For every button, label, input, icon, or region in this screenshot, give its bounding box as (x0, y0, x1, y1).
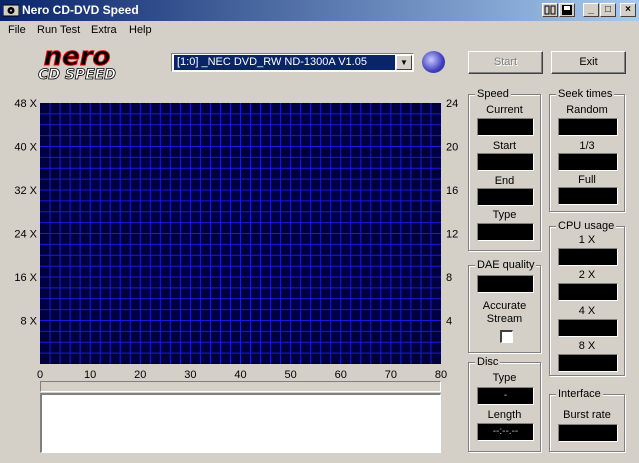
minimize-button[interactable]: _ (583, 3, 599, 17)
x-tick-label: 50 (285, 369, 297, 381)
y-left-tick-label: 32 X (14, 185, 37, 197)
accurate-label: Accurate (482, 300, 527, 312)
cpu-1x-label: 1 X (578, 234, 596, 246)
speed-type-label: Type (492, 209, 517, 221)
speed-group: Speed Current Start End Type (468, 88, 541, 251)
maximize-button[interactable]: □ (600, 3, 616, 17)
speed-end-value (477, 188, 534, 206)
y-left-tick-label: 8 X (20, 316, 37, 328)
cpu-2x-value (558, 283, 618, 301)
disc-length-label: Length (487, 409, 522, 421)
disc-type-label: Type (492, 372, 517, 384)
save-icon[interactable] (559, 3, 575, 17)
speed-start-value (477, 153, 534, 171)
window-title: Nero CD-DVD Speed (22, 3, 139, 17)
speed-chart: 0 10 20 30 40 50 60 70 80 48 X 40 X 32 X 24 X 16 X 8 X… (14, 98, 458, 381)
cpu-usage-group: CPU usage 1 X 2 X 4 X 8 X (549, 220, 625, 376)
seek-full-value (558, 187, 618, 205)
y-right-tick-label: 8 (446, 272, 452, 284)
cpu-usage-group-title: CPU usage (556, 220, 617, 232)
menu-bar: File Run Test Extra Help (0, 21, 639, 41)
y-right-tick-label: 4 (446, 316, 452, 328)
menu-run-test[interactable]: Run Test (37, 24, 80, 36)
drive-select[interactable]: [1:0] _NEC DVD_RW ND-1300A V1.05 ▼ (171, 53, 414, 72)
cpu-2x-label: 2 X (578, 269, 596, 281)
burst-rate-label: Burst rate (563, 409, 611, 421)
disc-info-icon[interactable] (422, 51, 445, 73)
start-button[interactable]: Start (468, 51, 543, 74)
cpu-1x-value (558, 248, 618, 266)
cpu-4x-label: 4 X (578, 305, 596, 317)
x-tick-label: 0 (37, 369, 43, 381)
y-right-tick-label: 24 (446, 98, 458, 110)
disc-group-title: Disc (475, 356, 501, 368)
close-button[interactable]: × (620, 3, 636, 17)
speed-current-value (477, 118, 534, 136)
y-right-tick-label: 16 (446, 185, 458, 197)
y-left-tick-label: 16 X (14, 272, 37, 284)
interface-group-title: Interface (556, 388, 603, 400)
seek-third-label: 1/3 (579, 140, 595, 152)
x-tick-label: 40 (234, 369, 246, 381)
x-tick-label: 20 (134, 369, 146, 381)
y-right-tick-label: 20 (446, 142, 458, 154)
speed-end-label: End (494, 175, 515, 187)
menu-file[interactable]: File (8, 24, 26, 36)
disc-group: Disc Type - Length --:--.-- (468, 356, 541, 452)
x-tick-label: 10 (84, 369, 96, 381)
seek-third-value (558, 153, 618, 171)
seek-times-group: Seek times Random 1/3 Full (549, 88, 625, 212)
speed-current-label: Current (486, 104, 523, 116)
dae-quality-group-title: DAE quality (475, 259, 537, 271)
progress-bar (40, 381, 441, 392)
title-bar: Nero CD-DVD Speed _ □ × (0, 0, 639, 21)
speed-group-title: Speed (475, 88, 511, 100)
x-tick-label: 80 (435, 369, 447, 381)
x-tick-label: 70 (385, 369, 397, 381)
dae-quality-value (477, 275, 534, 293)
seek-full-label: Full (578, 174, 596, 186)
x-tick-label: 30 (184, 369, 196, 381)
svg-text:CD SPEED: CD SPEED (38, 67, 116, 83)
seek-random-value (558, 118, 618, 136)
speed-start-label: Start (492, 140, 517, 152)
cpu-8x-value (558, 354, 618, 372)
log-box (40, 393, 441, 453)
y-right-tick-label: 12 (446, 229, 458, 241)
menu-help[interactable]: Help (129, 24, 152, 36)
menu-extra[interactable]: Extra (91, 24, 117, 36)
info-icon[interactable] (542, 3, 558, 17)
seek-times-group-title: Seek times (556, 88, 615, 100)
accurate-stream-checkbox[interactable] (500, 330, 513, 343)
x-tick-label: 60 (335, 369, 347, 381)
stream-label: Stream (486, 313, 523, 325)
interface-group: Interface Burst rate (549, 388, 625, 452)
cpu-8x-label: 8 X (578, 340, 596, 352)
seek-random-label: Random (566, 104, 608, 116)
y-left-tick-label: 48 X (14, 98, 37, 110)
y-left-tick-label: 40 X (14, 142, 37, 154)
app-icon (3, 4, 19, 17)
speed-type-value (477, 223, 534, 241)
dae-quality-group: DAE quality Accurate Stream (468, 259, 541, 353)
exit-button[interactable]: Exit (551, 51, 626, 74)
burst-rate-value (558, 424, 618, 442)
dropdown-arrow-icon[interactable]: ▼ (396, 55, 412, 70)
cpu-4x-value (558, 319, 618, 337)
disc-length-value: --:--.-- (477, 423, 534, 441)
y-left-tick-label: 24 X (14, 229, 37, 241)
nero-cd-speed-logo: nero CD SPEED (38, 43, 117, 83)
disc-type-value: - (477, 387, 534, 405)
drive-selected-value: [1:0] _NEC DVD_RW ND-1300A V1.05 (174, 55, 395, 70)
